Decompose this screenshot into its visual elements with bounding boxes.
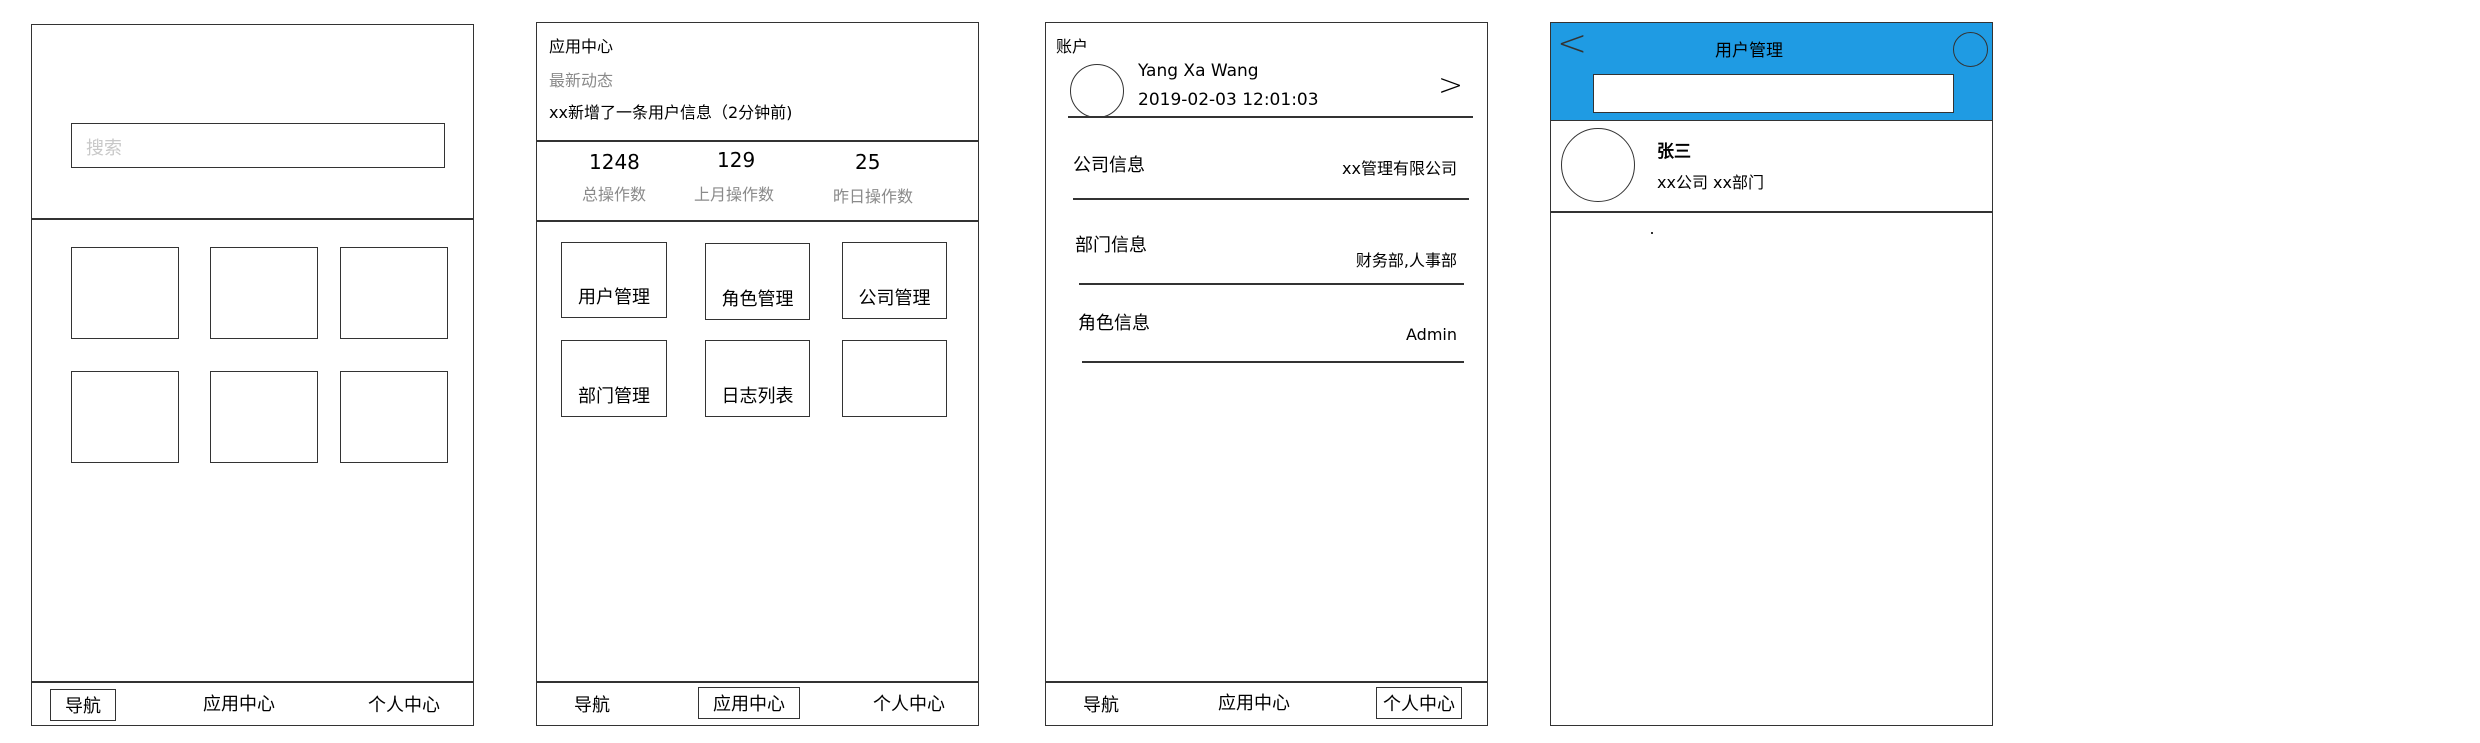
news-item[interactable]: xx新增了一条用户信息（2分钟前) [549, 99, 792, 123]
tile-role-management[interactable]: 角色管理 [705, 243, 810, 320]
user-name: Yang Xa Wang [1138, 61, 1259, 81]
stat-label: 总操作数 [582, 185, 647, 204]
grid-tile[interactable] [71, 371, 179, 463]
dot [1651, 232, 1653, 234]
header-divider [32, 218, 473, 220]
news-label: 最新动态 [549, 71, 614, 90]
screen-home: 搜索 导航 应用中心 个人中心 [31, 24, 474, 726]
tabbar-divider [537, 681, 978, 683]
tab-nav[interactable]: 导航 [50, 689, 116, 721]
department-label: 部门信息 [1075, 235, 1147, 256]
tab-personal-center[interactable]: 个人中心 [873, 690, 945, 716]
list-divider [1551, 211, 1992, 213]
tile-label: 公司管理 [858, 288, 931, 309]
tile-label: 部门管理 [578, 386, 650, 407]
tile-department-management[interactable]: 部门管理 [561, 340, 667, 417]
role-value: Admin [1406, 325, 1457, 344]
avatar [1561, 128, 1635, 202]
stat-value: 129 [717, 148, 756, 172]
tab-app-center[interactable]: 应用中心 [698, 687, 800, 719]
search-input[interactable] [1593, 74, 1954, 113]
stats-divider [537, 220, 978, 222]
user-info: xx公司 xx部门 [1657, 173, 1764, 192]
stat-label: 昨日操作数 [833, 187, 914, 206]
tabbar-divider [32, 681, 473, 683]
screen-user-management: < 用户管理 张三 xx公司 xx部门 [1550, 22, 1993, 726]
screen-app-center: 应用中心 最新动态 xx新增了一条用户信息（2分钟前) 1248 总操作数 12… [536, 22, 979, 726]
tile-label: 日志列表 [721, 386, 794, 407]
user-name: 张三 [1657, 142, 1691, 162]
grid-tile[interactable] [210, 371, 318, 463]
grid-tile[interactable] [210, 247, 318, 339]
tab-personal-center[interactable]: 个人中心 [1376, 687, 1462, 719]
search-input[interactable]: 搜索 [71, 123, 445, 168]
row-divider [1079, 283, 1464, 285]
tab-nav[interactable]: 导航 [574, 691, 610, 717]
tab-app-center[interactable]: 应用中心 [1218, 689, 1290, 715]
chevron-right-icon[interactable]: > [1438, 68, 1463, 103]
search-placeholder: 搜索 [86, 138, 122, 159]
stat-value: 25 [855, 150, 881, 174]
page-title: 账户 [1056, 37, 1089, 56]
stat-value: 1248 [589, 150, 640, 174]
news-divider [537, 140, 978, 142]
page-title: 应用中心 [549, 37, 614, 56]
page-title: 用户管理 [1715, 41, 1783, 61]
department-value: 财务部,人事部 [1355, 251, 1457, 270]
tab-app-center[interactable]: 应用中心 [203, 690, 275, 716]
tabbar-divider [1046, 681, 1487, 683]
user-timestamp: 2019-02-03 12:01:03 [1138, 90, 1319, 110]
header-action-icon[interactable] [1953, 32, 1988, 67]
tile-label: 用户管理 [578, 287, 650, 308]
row-divider [1073, 198, 1469, 200]
tile-log-list[interactable]: 日志列表 [705, 340, 810, 417]
tab-nav[interactable]: 导航 [1083, 691, 1119, 717]
grid-tile[interactable] [71, 247, 179, 339]
tab-personal-center[interactable]: 个人中心 [368, 691, 440, 717]
avatar [1070, 64, 1124, 118]
tile-user-management[interactable]: 用户管理 [561, 242, 667, 318]
grid-tile[interactable] [340, 371, 448, 463]
back-icon[interactable]: < [1557, 23, 1587, 64]
company-label: 公司信息 [1073, 155, 1145, 176]
grid-tile[interactable] [340, 247, 448, 339]
company-value: xx管理有限公司 [1342, 159, 1457, 178]
tile-company-management[interactable]: 公司管理 [842, 242, 947, 319]
tile-empty[interactable] [842, 340, 947, 417]
tile-label: 角色管理 [721, 289, 794, 310]
stat-label: 上月操作数 [694, 185, 775, 204]
screen-account: 账户 Yang Xa Wang 2019-02-03 12:01:03 > 公司… [1045, 22, 1488, 726]
profile-divider [1068, 116, 1473, 118]
row-divider [1082, 361, 1464, 363]
role-label: 角色信息 [1078, 313, 1150, 334]
